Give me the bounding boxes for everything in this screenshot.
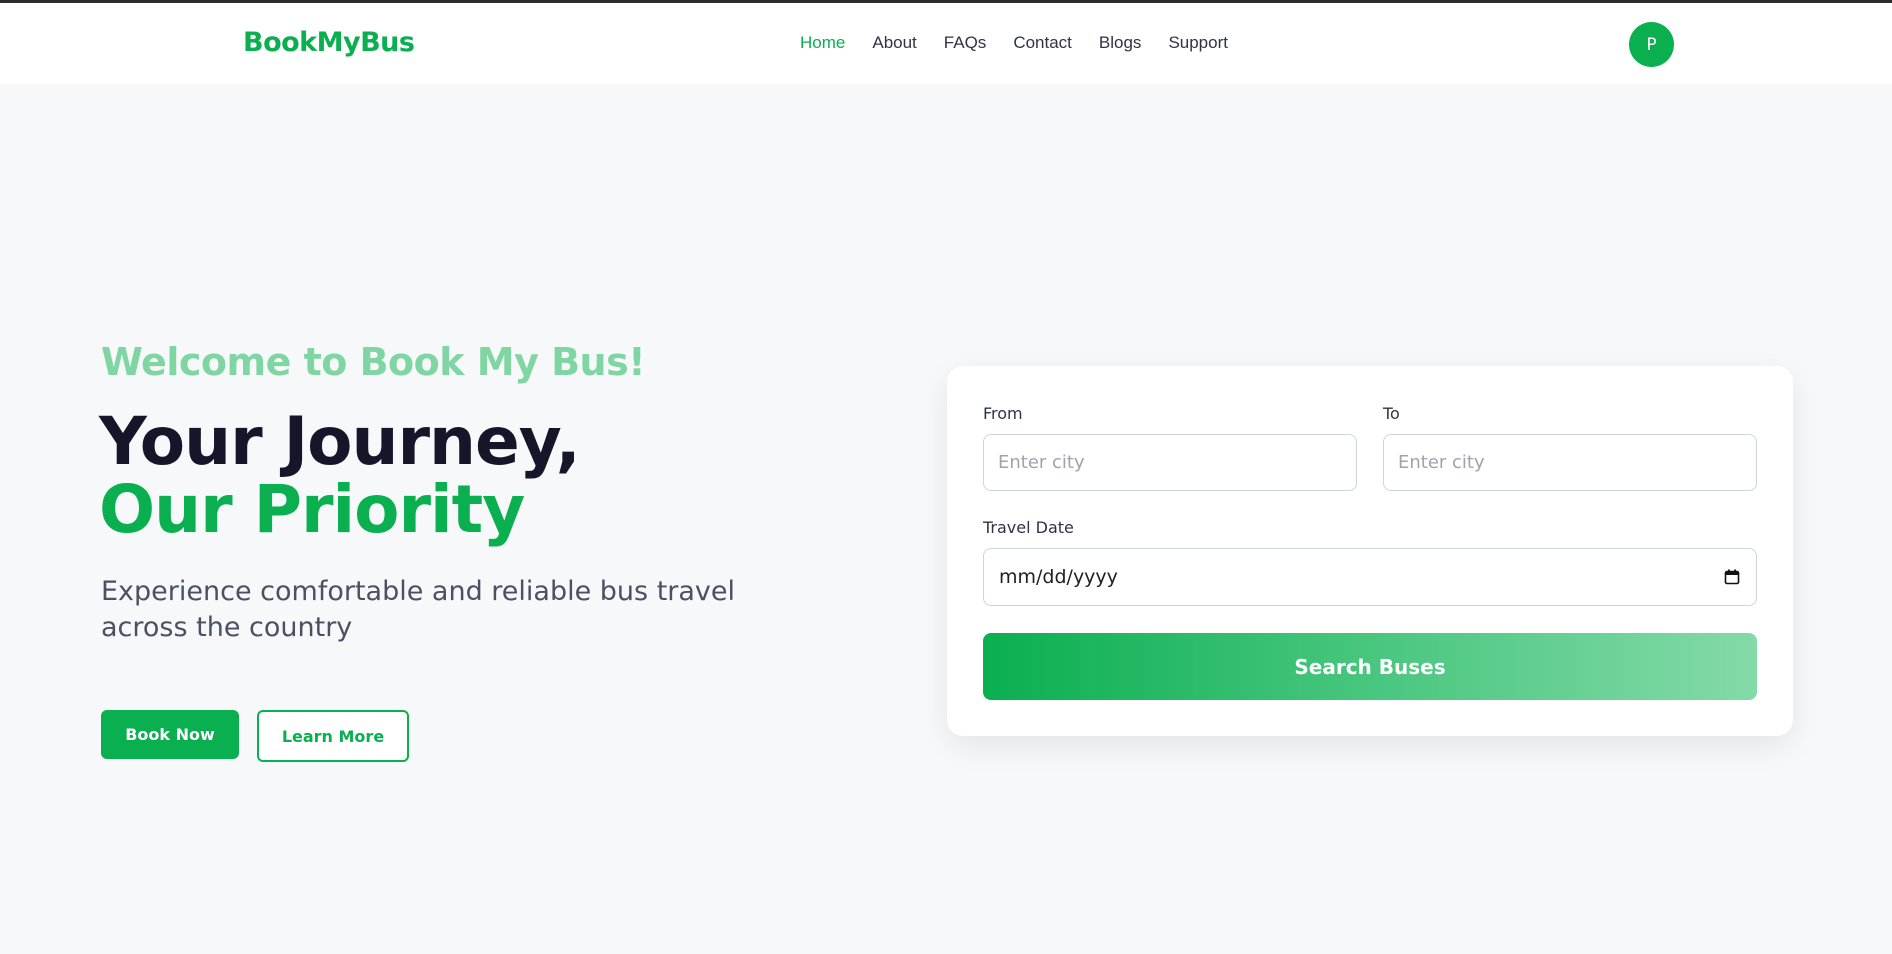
book-now-button[interactable]: Book Now [101, 710, 239, 759]
headline-line-1: Your Journey, [99, 403, 581, 480]
top-navbar: BookMyBus Home About FAQs Contact Blogs … [0, 3, 1892, 84]
nav-faqs[interactable]: FAQs [944, 33, 987, 53]
travel-date-input[interactable]: mm/dd/yyyy [983, 548, 1757, 606]
hero-subtitle: Experience comfortable and reliable bus … [101, 576, 736, 643]
from-label: From [983, 404, 1023, 423]
nav-home[interactable]: Home [800, 33, 845, 53]
search-buses-button[interactable]: Search Buses [983, 633, 1757, 700]
learn-more-button[interactable]: Learn More [257, 710, 409, 762]
nav-about[interactable]: About [872, 33, 916, 53]
hero-headline: Your Journey, Our Priority [99, 403, 581, 548]
calendar-icon[interactable] [1724, 569, 1740, 585]
brand-logo[interactable]: BookMyBus [243, 27, 415, 58]
date-value: mm/dd/yyyy [999, 566, 1118, 588]
headline-line-2: Our Priority [99, 471, 525, 548]
user-avatar[interactable]: P [1629, 22, 1674, 67]
to-city-input[interactable] [1383, 434, 1757, 491]
to-label: To [1383, 404, 1400, 423]
main-nav: Home About FAQs Contact Blogs Support [800, 33, 1228, 53]
bus-search-card: From To Travel Date mm/dd/yyyy Search Bu… [947, 366, 1793, 736]
nav-contact[interactable]: Contact [1013, 33, 1072, 53]
from-city-input[interactable] [983, 434, 1357, 491]
nav-blogs[interactable]: Blogs [1099, 33, 1142, 53]
travel-date-label: Travel Date [983, 518, 1074, 537]
nav-support[interactable]: Support [1168, 33, 1228, 53]
welcome-heading: Welcome to Book My Bus! [101, 340, 646, 384]
